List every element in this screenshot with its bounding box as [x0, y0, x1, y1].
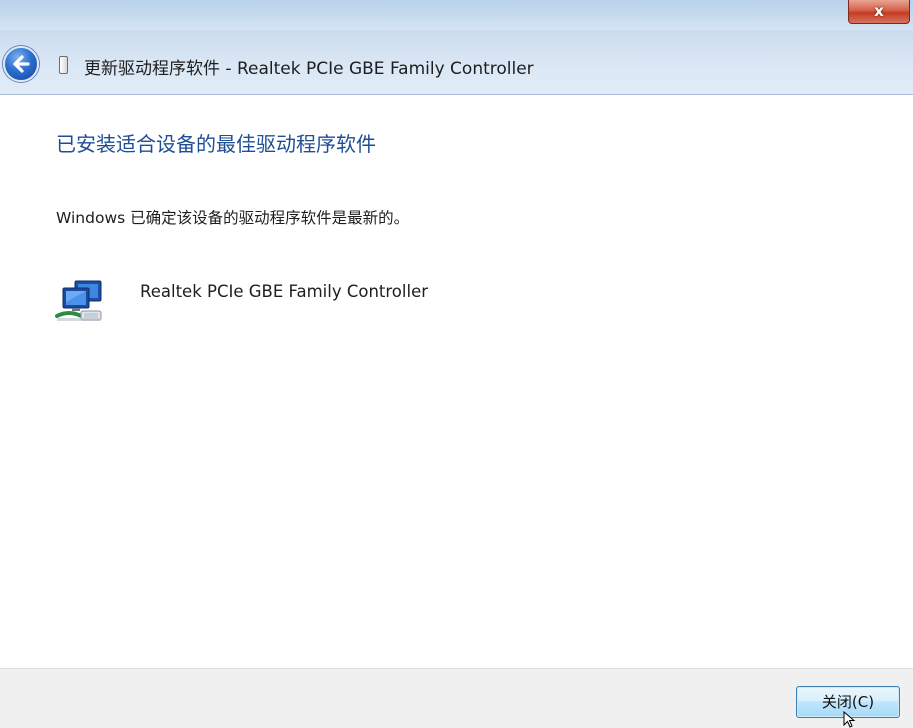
dialog-footer: 关闭(C) — [0, 668, 913, 728]
device-name: Realtek PCIe GBE Family Controller — [140, 282, 429, 301]
page-heading: 已安装适合设备的最佳驱动程序软件 — [56, 132, 376, 156]
device-icon — [59, 56, 68, 74]
mouse-cursor-icon — [843, 711, 856, 728]
content-area: 已安装适合设备的最佳驱动程序软件 Windows 已确定该设备的驱动程序软件是最… — [0, 95, 913, 668]
close-icon: x — [874, 2, 884, 20]
window-close-button[interactable]: x — [848, 0, 910, 24]
status-message: Windows 已确定该设备的驱动程序软件是最新的。 — [56, 209, 410, 227]
network-adapter-icon — [55, 280, 102, 321]
device-row: Realtek PCIe GBE Family Controller — [55, 278, 555, 328]
window-title: 更新驱动程序软件 - Realtek PCIe GBE Family Contr… — [84, 59, 534, 79]
back-arrow-icon — [13, 55, 30, 73]
back-button[interactable] — [3, 46, 39, 82]
title-bar: x — [0, 0, 913, 30]
navigation-bar: 更新驱动程序软件 - Realtek PCIe GBE Family Contr… — [0, 30, 913, 95]
update-driver-dialog: x 更新驱动程序软件 - Realtek PCIe GBE Family Con… — [0, 0, 913, 728]
